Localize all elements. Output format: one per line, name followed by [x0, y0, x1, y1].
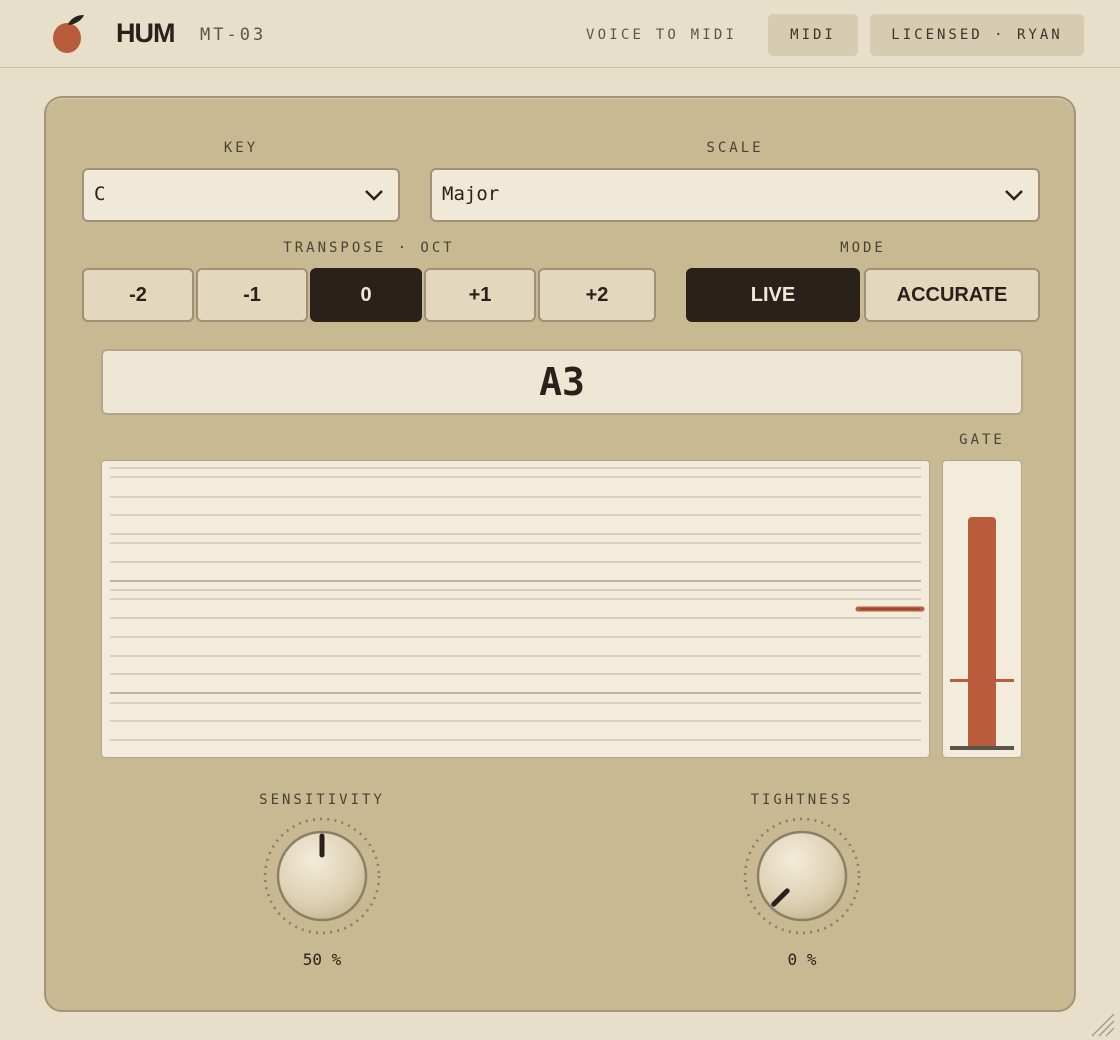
- tightness-label: TIGHTNESS: [750, 792, 854, 808]
- mode-live-button[interactable]: LIVE: [686, 268, 860, 322]
- gate-threshold-marker[interactable]: [950, 679, 1014, 682]
- midi-button[interactable]: MIDI: [768, 14, 858, 56]
- transpose-0-button[interactable]: 0: [310, 268, 422, 322]
- scale-value: Major: [442, 183, 500, 205]
- gate-meter[interactable]: [942, 460, 1022, 758]
- pitch-roll-grid: [110, 467, 925, 741]
- tagline: VOICE TO MIDI: [586, 27, 738, 43]
- fruit-logo-icon: [53, 15, 84, 53]
- transpose-plus-2-button[interactable]: +2: [538, 268, 656, 322]
- model-number: MT-03: [200, 25, 267, 45]
- tightness-value: 0 %: [787, 950, 817, 969]
- gate-level-bar: [968, 517, 996, 749]
- top-bar: HUM MT-03 VOICE TO MIDI MIDI LICENSED · …: [0, 0, 1120, 68]
- gate-track: [968, 469, 996, 749]
- transpose-minus-1-button[interactable]: -1: [196, 268, 308, 322]
- scale-select[interactable]: Major: [430, 168, 1040, 222]
- license-button[interactable]: LICENSED · RYAN: [870, 14, 1084, 56]
- key-value: C: [94, 183, 106, 205]
- sensitivity-knob[interactable]: [260, 814, 384, 938]
- sensitivity-label: SENSITIVITY: [259, 792, 385, 808]
- transpose-minus-2-button[interactable]: -2: [82, 268, 194, 322]
- resize-handle-icon[interactable]: [1086, 1008, 1116, 1038]
- chevron-down-icon: [1005, 190, 1023, 201]
- transpose-plus-1-button[interactable]: +1: [424, 268, 536, 322]
- gate-base-line: [950, 746, 1014, 750]
- gate-label: GATE: [959, 432, 1005, 448]
- key-select[interactable]: C: [82, 168, 400, 222]
- sensitivity-value: 50 %: [302, 950, 342, 969]
- detected-note-display: A3: [101, 349, 1023, 415]
- key-label: KEY: [223, 140, 259, 156]
- tightness-knob-graphic: [743, 817, 861, 935]
- transpose-label: TRANSPOSE · OCT: [283, 240, 455, 256]
- mode-accurate-button[interactable]: ACCURATE: [864, 268, 1040, 322]
- scale-label: SCALE: [706, 140, 764, 156]
- tightness-knob[interactable]: [740, 814, 864, 938]
- sensitivity-knob-graphic: [263, 817, 381, 935]
- plugin-panel: KEY C SCALE Major TRANSPOSE · OCT -2 -1 …: [44, 96, 1076, 1012]
- chevron-down-icon: [365, 190, 383, 201]
- mode-label: MODE: [840, 240, 886, 256]
- app-name: HUM: [116, 18, 175, 48]
- pitch-roll-display: [101, 460, 930, 758]
